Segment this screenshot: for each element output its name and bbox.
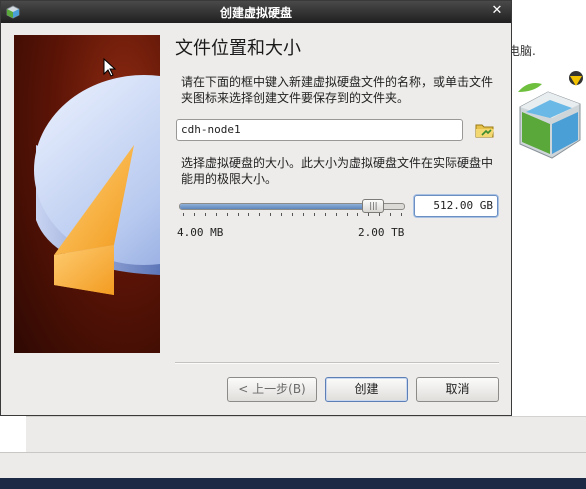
size-value-input[interactable]: 512.00 GB xyxy=(414,195,498,217)
slider-tick xyxy=(313,213,315,216)
create-button[interactable]: 创建 xyxy=(325,377,408,402)
size-max-label: 2.00 TB xyxy=(358,226,405,239)
dialog-titlebar[interactable]: 创建虚拟硬盘 ✕ xyxy=(1,1,511,23)
file-name-input[interactable]: cdh-node1 xyxy=(176,119,463,141)
slider-tick xyxy=(401,213,402,216)
slider-tick xyxy=(204,213,206,216)
slider-tick xyxy=(281,213,283,216)
create-virtual-disk-dialog: 创建虚拟硬盘 ✕ 文件位置和大小 请在下面的框中键入新建虚拟硬盘文件的名称，或单… xyxy=(0,0,512,416)
slider-tick xyxy=(292,213,293,216)
disk-pie-illustration xyxy=(34,75,160,295)
slider-tick xyxy=(270,213,272,216)
slider-tick xyxy=(259,213,261,216)
virtualbox-logo xyxy=(518,71,583,159)
page-heading: 文件位置和大小 xyxy=(175,38,301,59)
slider-tick xyxy=(248,213,250,216)
size-slider-handle[interactable]: ||| xyxy=(362,199,385,213)
wizard-side-image xyxy=(14,35,160,353)
slider-tick xyxy=(324,213,326,216)
slider-tick xyxy=(183,213,184,216)
button-separator xyxy=(175,362,499,364)
slider-tick xyxy=(390,213,392,216)
size-min-label: 4.00 MB xyxy=(177,226,224,239)
slider-tick xyxy=(237,213,239,216)
slider-tick xyxy=(368,213,370,216)
close-icon[interactable]: ✕ xyxy=(489,3,505,19)
dialog-title: 创建虚拟硬盘 xyxy=(219,6,292,20)
location-description: 请在下面的框中键入新建虚拟硬盘文件的名称，或单击文件夹图标来选择创建文件要保存到… xyxy=(181,75,494,105)
taskbar xyxy=(0,478,586,489)
slider-tick xyxy=(379,213,381,216)
mouse-cursor-icon xyxy=(103,58,117,77)
background-toolbar xyxy=(26,416,586,452)
cancel-button[interactable]: 取消 xyxy=(416,377,499,402)
background-left-strip xyxy=(0,416,26,452)
size-description: 选择虚拟硬盘的大小。此大小为虚拟硬盘文件在实际硬盘中能用的极限大小。 xyxy=(181,156,494,186)
background-partial-text: 电脑. xyxy=(508,44,536,58)
folder-browse-icon[interactable] xyxy=(474,120,496,140)
slider-tick xyxy=(215,213,217,216)
slider-tick xyxy=(193,213,195,216)
slider-tick xyxy=(226,213,228,216)
slider-tick xyxy=(302,213,304,216)
slider-tick xyxy=(346,213,348,216)
size-slider-ticks xyxy=(183,213,402,219)
back-button[interactable]: < 上一步(B) xyxy=(227,377,317,402)
slider-tick xyxy=(357,213,359,216)
size-slider-fill xyxy=(180,204,373,209)
slider-tick xyxy=(335,213,337,216)
background-statusbar xyxy=(0,452,586,478)
